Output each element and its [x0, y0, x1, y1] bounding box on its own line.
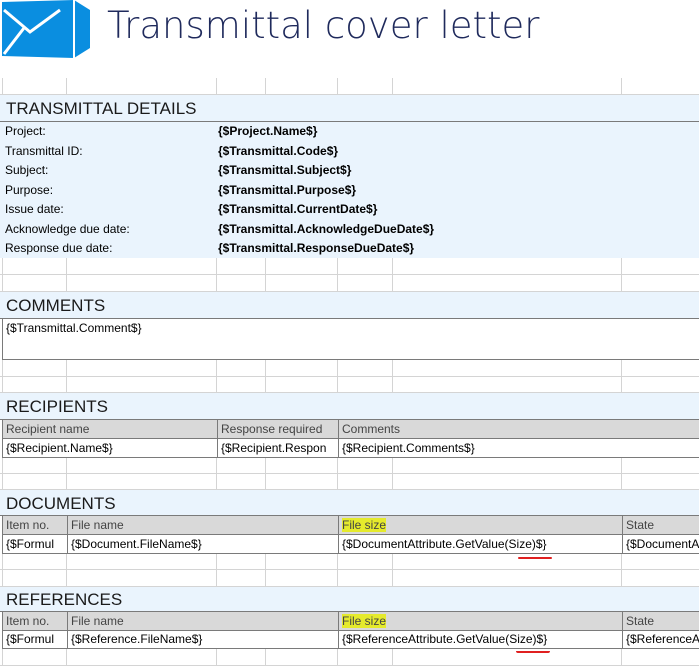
detail-row: Transmittal ID: {$Transmittal.Code$} [0, 141, 699, 162]
detail-row: Project: {$Project.Name$} [0, 122, 699, 142]
grid-row [0, 360, 699, 377]
section-heading-details: TRANSMITTAL DETAILS [0, 95, 699, 122]
column-header: File name [67, 516, 338, 534]
column-header: Item no. [6, 518, 50, 532]
logo [2, 0, 90, 61]
detail-row: Response due date: {$Transmittal.Response… [0, 239, 699, 259]
column-header: Comments [338, 420, 699, 438]
detail-row: Purpose: {$Transmittal.Purpose$} [0, 180, 699, 201]
table-cell[interactable]: {$Recipient.Comments$} [338, 439, 699, 457]
grid-row [0, 275, 699, 292]
detail-label: Project: [5, 124, 46, 138]
grid-row [0, 649, 699, 666]
grid-row [0, 258, 699, 275]
column-header: File name [67, 612, 338, 630]
table-cell[interactable]: {$Recipient.Respon [217, 439, 338, 457]
section-heading-comments: COMMENTS [0, 292, 699, 319]
grid-row [0, 78, 699, 95]
section-heading-recipients: RECIPIENTS [0, 393, 699, 420]
detail-label: Response due date: [5, 241, 113, 255]
detail-value[interactable]: {$Transmittal.Subject$} [218, 161, 351, 181]
column-header: State [622, 612, 699, 630]
column-header: File size [338, 612, 622, 630]
red-underline-mark [518, 557, 552, 559]
table-row[interactable]: {$Formul {$Reference.FileName$} {$Refere… [2, 630, 699, 649]
column-header: State [622, 516, 699, 534]
table-row[interactable]: {$Formul {$Document.FileName$} {$Documen… [2, 535, 699, 554]
red-underline-mark [516, 651, 550, 653]
detail-value[interactable]: {$Transmittal.CurrentDate$} [218, 200, 377, 220]
recipients-table-header: Recipient name Response required Comment… [2, 420, 699, 439]
detail-row: Issue date: {$Transmittal.CurrentDate$} [0, 200, 699, 220]
page-title: Transmittal cover letter [107, 4, 540, 47]
detail-label: Issue date: [5, 202, 64, 216]
grid-row [0, 458, 699, 474]
detail-value[interactable]: {$Transmittal.Code$} [218, 142, 338, 162]
detail-label: Subject: [5, 163, 49, 177]
detail-label: Acknowledge due date: [5, 221, 130, 236]
section-heading-documents: DOCUMENTS [0, 490, 699, 516]
table-cell[interactable]: {$Reference.FileName$} [67, 630, 338, 648]
table-cell[interactable]: {$DocumentAttribute.GetValue(Size)$} [338, 535, 622, 553]
column-header: Item no. [6, 614, 50, 628]
detail-value[interactable]: {$Transmittal.Purpose$} [218, 181, 356, 201]
documents-table-header: Item no. File name File size State [2, 516, 699, 535]
column-header: Recipient name [6, 422, 90, 436]
envelope-icon [2, 0, 90, 58]
detail-value[interactable]: {$Transmittal.ResponseDueDate$} [218, 239, 414, 259]
file-size-highlight: File size [342, 614, 387, 628]
table-row[interactable]: {$Recipient.Name$} {$Recipient.Respon {$… [2, 439, 699, 458]
detail-label: Purpose: [5, 182, 54, 197]
column-header: Response required [217, 420, 338, 438]
grid-row [0, 570, 699, 587]
grid-row [0, 377, 699, 393]
table-cell[interactable]: {$Formul [3, 630, 67, 648]
detail-row: Subject: {$Transmittal.Subject$} [0, 161, 699, 181]
table-cell[interactable]: {$Recipient.Name$} [3, 439, 217, 457]
detail-label: Transmittal ID: [5, 143, 83, 158]
detail-value[interactable]: {$Transmittal.AcknowledgeDueDate$} [218, 220, 434, 240]
table-cell[interactable]: {$DocumentA [622, 535, 699, 553]
comments-field[interactable]: {$Transmittal.Comment$} [2, 319, 699, 360]
grid-row [0, 474, 699, 490]
references-table-header: Item no. File name File size State [2, 612, 699, 631]
table-cell[interactable]: {$Formul [3, 535, 67, 553]
grid-row [0, 554, 699, 570]
column-header: File size [338, 516, 622, 534]
table-cell[interactable]: {$ReferenceA [622, 630, 699, 648]
table-cell[interactable]: {$Document.FileName$} [67, 535, 338, 553]
detail-value[interactable]: {$Project.Name$} [218, 122, 317, 142]
table-cell[interactable]: {$ReferenceAttribute.GetValue(Size)$} [338, 630, 622, 648]
detail-row: Acknowledge due date: {$Transmittal.Ackno… [0, 219, 699, 240]
section-heading-references: REFERENCES [0, 587, 699, 612]
file-size-highlight: File size [342, 518, 387, 532]
